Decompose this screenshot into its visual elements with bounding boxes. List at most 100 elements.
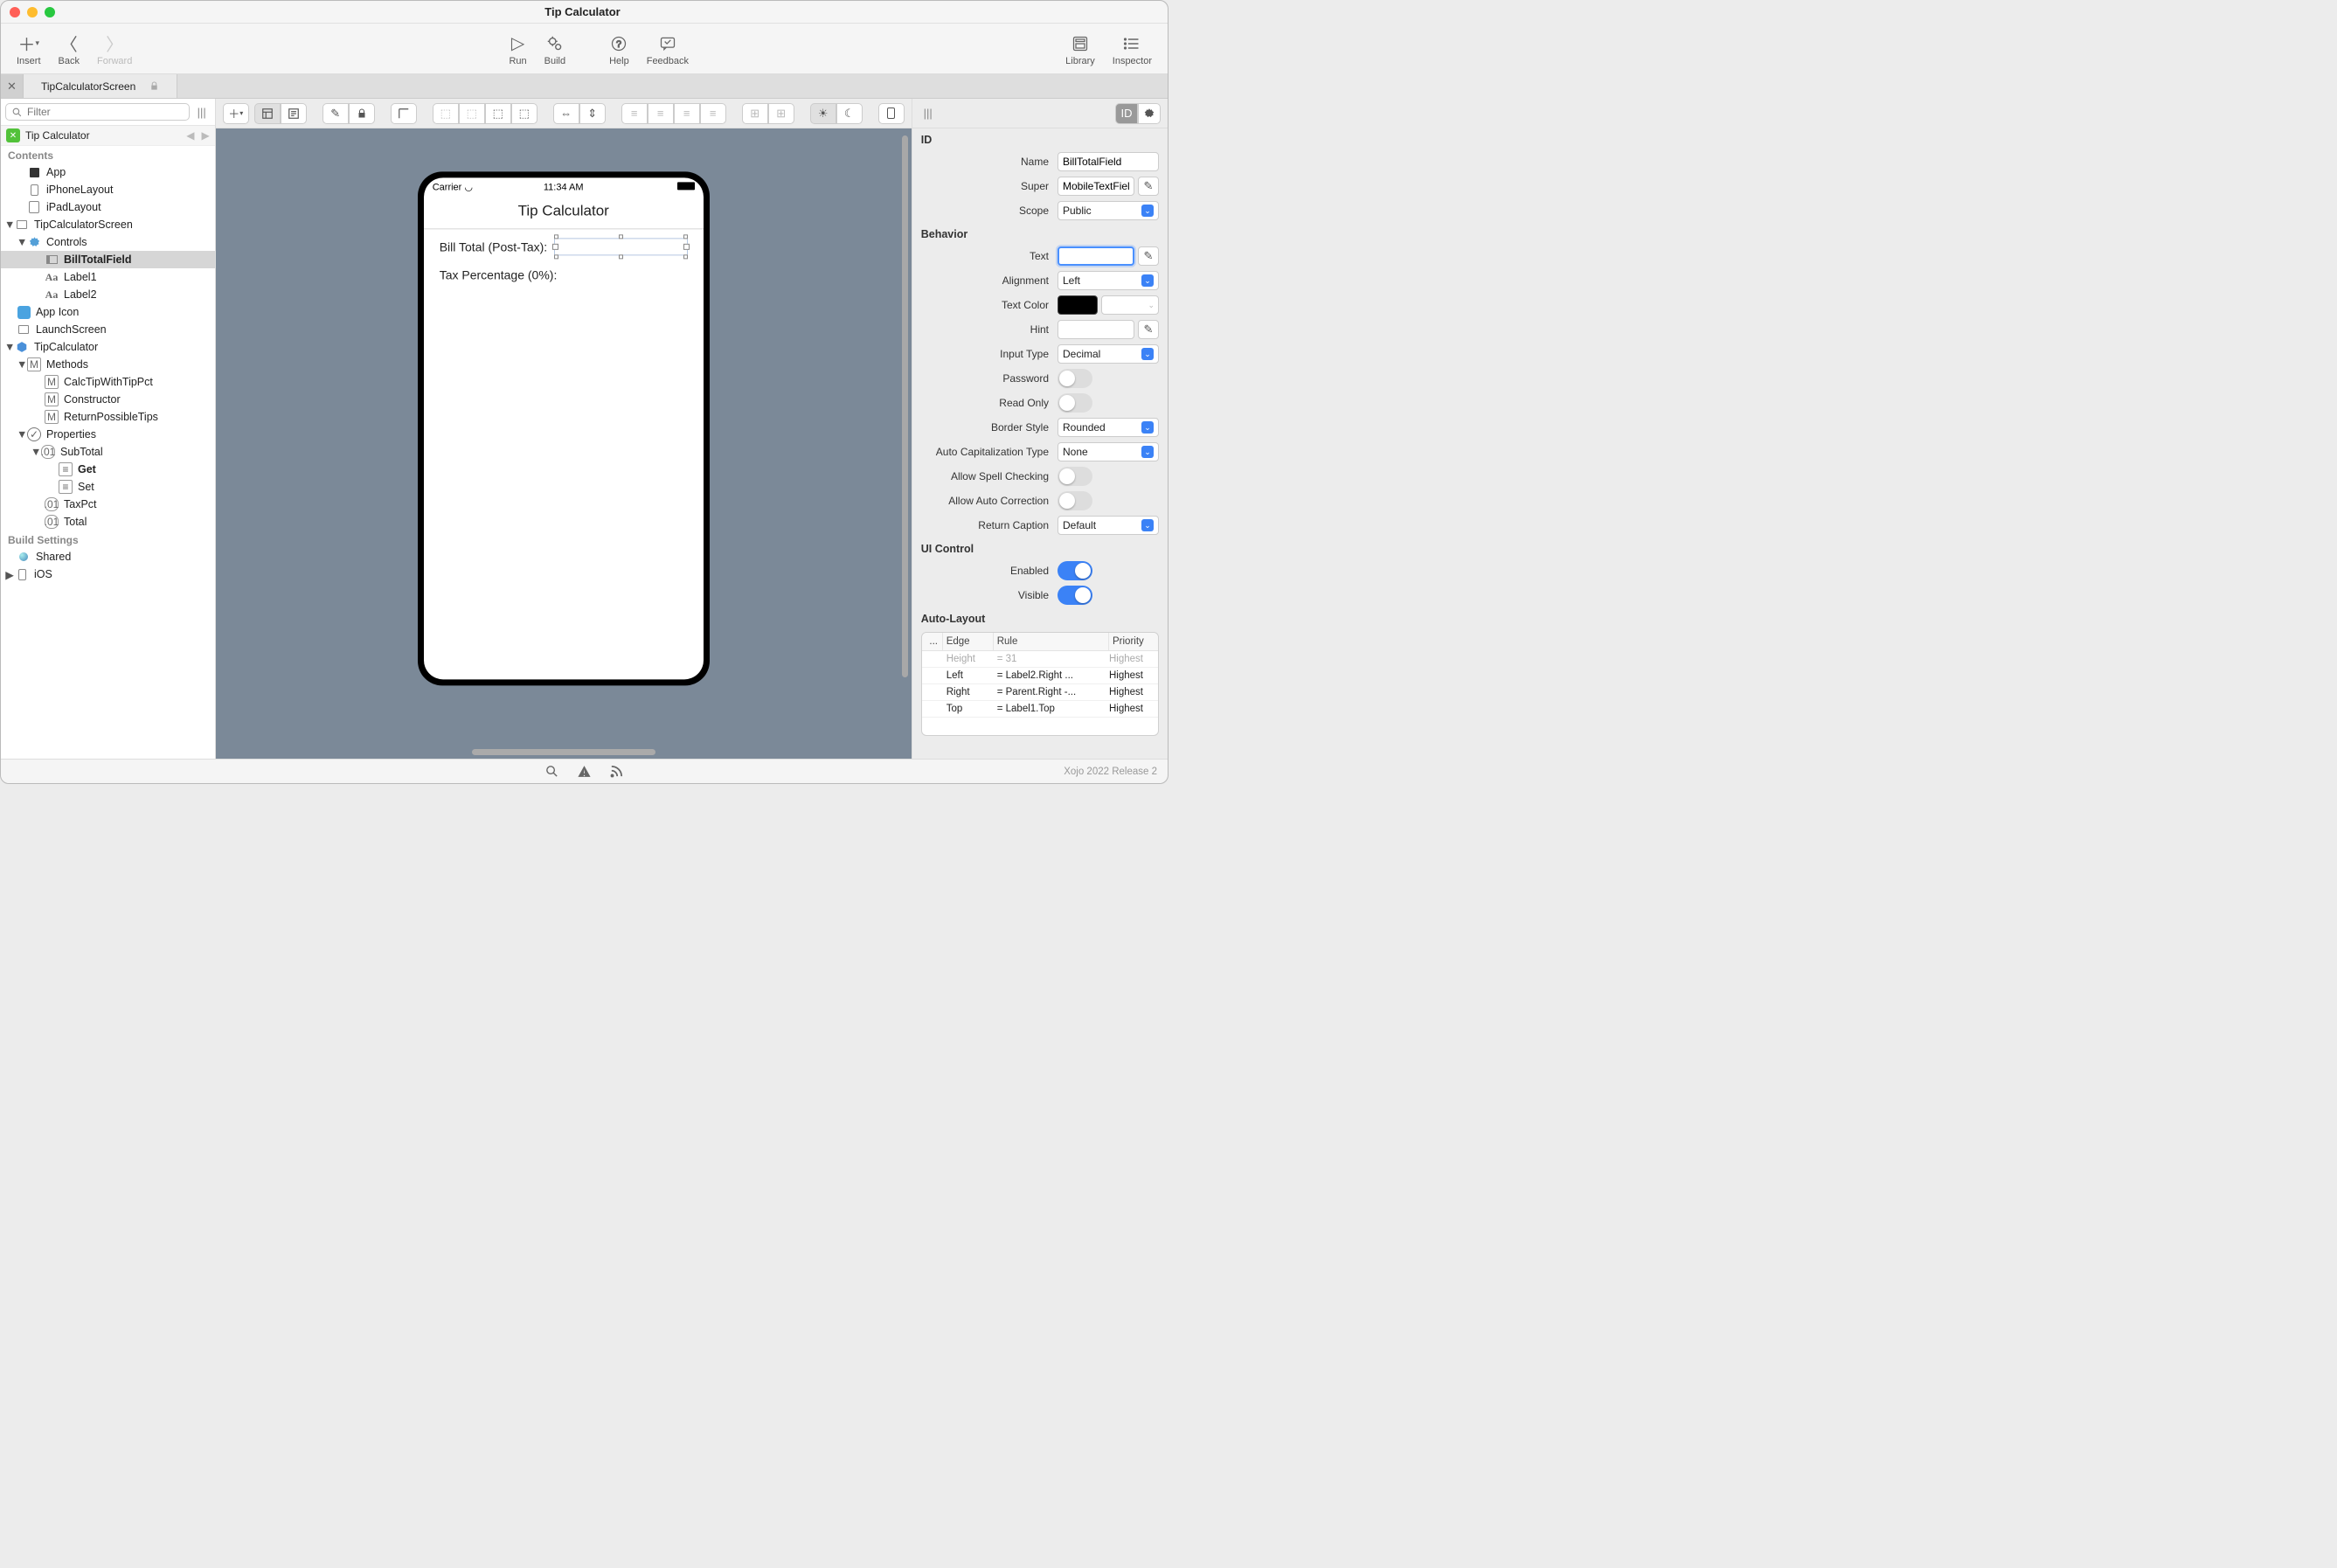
order-front-button[interactable]: ⬚	[511, 103, 537, 124]
nav-forward-icon[interactable]: ▶	[201, 129, 209, 142]
autolayout-row[interactable]: Right= Parent.Right -...Highest	[922, 684, 1158, 701]
node-ios[interactable]: ▶iOS	[1, 565, 215, 583]
navigator-tree[interactable]: Contents App iPhoneLayout iPadLayout ▼Ti…	[1, 146, 215, 759]
node-set[interactable]: ≡Set	[1, 478, 215, 496]
node-returntips[interactable]: MReturnPossibleTips	[1, 408, 215, 426]
device-screen[interactable]: Carrier ◡ 11:34 AM Tip Calculator Bill T…	[424, 177, 704, 679]
name-field[interactable]	[1058, 152, 1159, 171]
autolayout-row[interactable]: Left= Label2.Right ...Highest	[922, 668, 1158, 684]
build-button[interactable]: Build	[536, 33, 574, 66]
alignment-select[interactable]: Left⌄	[1058, 271, 1159, 290]
align-left-button[interactable]: ≡	[621, 103, 648, 124]
al-col-menu[interactable]: ...	[922, 633, 943, 650]
super-field[interactable]	[1058, 177, 1134, 196]
canvas-body[interactable]: Carrier ◡ 11:34 AM Tip Calculator Bill T…	[216, 128, 912, 759]
align-center-button[interactable]: ≡	[648, 103, 674, 124]
order-backward-button[interactable]: ⬚	[459, 103, 485, 124]
hint-edit-button[interactable]: ✎	[1138, 320, 1159, 339]
inspector-id-tab[interactable]: ID	[1115, 103, 1138, 124]
node-get[interactable]: ≡Get	[1, 461, 215, 478]
node-screen[interactable]: ▼TipCalculatorScreen	[1, 216, 215, 233]
node-appicon[interactable]: App Icon	[1, 303, 215, 321]
align-top-button[interactable]: ≡	[700, 103, 726, 124]
node-shared[interactable]: Shared	[1, 548, 215, 565]
add-tab-button[interactable]: ✕	[1, 74, 24, 98]
node-billtotalfield[interactable]: BillTotalField	[1, 251, 215, 268]
fill-width-button[interactable]: ⇔	[553, 103, 579, 124]
space-v-button[interactable]: ⊞	[768, 103, 794, 124]
node-total[interactable]: .01Total	[1, 513, 215, 531]
project-header[interactable]: ✕ Tip Calculator ◀ ▶	[1, 126, 215, 146]
run-button[interactable]: ▷ Run	[500, 33, 535, 66]
password-switch[interactable]	[1058, 369, 1092, 388]
autolayout-row[interactable]: Height= 31Highest	[922, 651, 1158, 668]
guides-button[interactable]	[391, 103, 417, 124]
minimize-button[interactable]	[27, 7, 38, 17]
node-subtotal[interactable]: ▼.01SubTotal	[1, 443, 215, 461]
inputtype-select[interactable]: Decimal⌄	[1058, 344, 1159, 364]
layout-view-button[interactable]	[254, 103, 281, 124]
filter-input[interactable]	[27, 106, 184, 118]
feedback-button[interactable]: Feedback	[638, 33, 697, 66]
order-forward-button[interactable]: ⬚	[485, 103, 511, 124]
insert-button[interactable]: ＋▾ Insert	[8, 33, 50, 66]
lock-button[interactable]	[349, 103, 375, 124]
search-icon[interactable]	[544, 764, 559, 779]
forward-button[interactable]: 〉 Forward	[88, 33, 141, 66]
node-launchscreen[interactable]: LaunchScreen	[1, 321, 215, 338]
textcolor-swatch[interactable]	[1058, 295, 1098, 315]
back-button[interactable]: 〈 Back	[50, 33, 88, 66]
space-h-button[interactable]: ⊞	[742, 103, 768, 124]
hint-field[interactable]	[1058, 320, 1134, 339]
super-edit-button[interactable]: ✎	[1138, 177, 1159, 196]
canvas-scrollbar-vertical[interactable]	[902, 135, 908, 677]
node-constructor[interactable]: MConstructor	[1, 391, 215, 408]
order-back-button[interactable]: ⬚	[433, 103, 459, 124]
filter-box[interactable]	[5, 103, 190, 121]
node-label2[interactable]: AaLabel2	[1, 286, 215, 303]
help-button[interactable]: ? Help	[600, 33, 638, 66]
node-properties[interactable]: ▼✓Properties	[1, 426, 215, 443]
visible-switch[interactable]	[1058, 586, 1092, 605]
nav-back-icon[interactable]: ◀	[186, 129, 194, 142]
readonly-switch[interactable]	[1058, 393, 1092, 413]
collapse-sidebar-button[interactable]: |||	[193, 106, 211, 119]
border-select[interactable]: Rounded⌄	[1058, 418, 1159, 437]
node-tipcalculator[interactable]: ▼TipCalculator	[1, 338, 215, 356]
tab-screen[interactable]: TipCalculatorScreen	[24, 74, 177, 98]
warning-icon[interactable]	[577, 764, 592, 779]
zoom-button[interactable]	[45, 7, 55, 17]
align-right-button[interactable]: ≡	[674, 103, 700, 124]
autolayout-table[interactable]: ... Edge Rule Priority Height= 31Highest…	[921, 632, 1159, 736]
node-controls[interactable]: ▼Controls	[1, 233, 215, 251]
light-mode-button[interactable]: ☀	[810, 103, 836, 124]
library-button[interactable]: Library	[1057, 33, 1104, 66]
device-button[interactable]	[878, 103, 905, 124]
node-label1[interactable]: AaLabel1	[1, 268, 215, 286]
text-edit-button[interactable]: ✎	[1138, 246, 1159, 266]
add-control-button[interactable]: ＋▾	[223, 103, 249, 124]
inspector-button[interactable]: Inspector	[1104, 33, 1161, 66]
text-field[interactable]	[1058, 246, 1134, 266]
collapse-inspector-button[interactable]: |||	[919, 107, 937, 120]
enabled-switch[interactable]	[1058, 561, 1092, 580]
node-calctip[interactable]: MCalcTipWithTipPct	[1, 373, 215, 391]
inspector-advanced-tab[interactable]	[1138, 103, 1161, 124]
autolayout-row[interactable]: Top= Label1.TopHighest	[922, 701, 1158, 718]
autocorrect-switch[interactable]	[1058, 491, 1092, 510]
node-iphone-layout[interactable]: iPhoneLayout	[1, 181, 215, 198]
autocap-select[interactable]: None⌄	[1058, 442, 1159, 461]
textcolor-picker[interactable]: ⌄	[1101, 295, 1159, 315]
code-view-button[interactable]	[281, 103, 307, 124]
returncap-select[interactable]: Default⌄	[1058, 516, 1159, 535]
edit-button[interactable]: ✎	[322, 103, 349, 124]
close-button[interactable]	[10, 7, 20, 17]
spell-switch[interactable]	[1058, 467, 1092, 486]
dark-mode-button[interactable]: ☾	[836, 103, 863, 124]
fill-height-button[interactable]: ⇕	[579, 103, 606, 124]
rss-icon[interactable]	[609, 764, 624, 779]
node-app[interactable]: App	[1, 163, 215, 181]
canvas-scrollbar-horizontal[interactable]	[472, 749, 655, 755]
node-ipad-layout[interactable]: iPadLayout	[1, 198, 215, 216]
node-methods[interactable]: ▼MMethods	[1, 356, 215, 373]
